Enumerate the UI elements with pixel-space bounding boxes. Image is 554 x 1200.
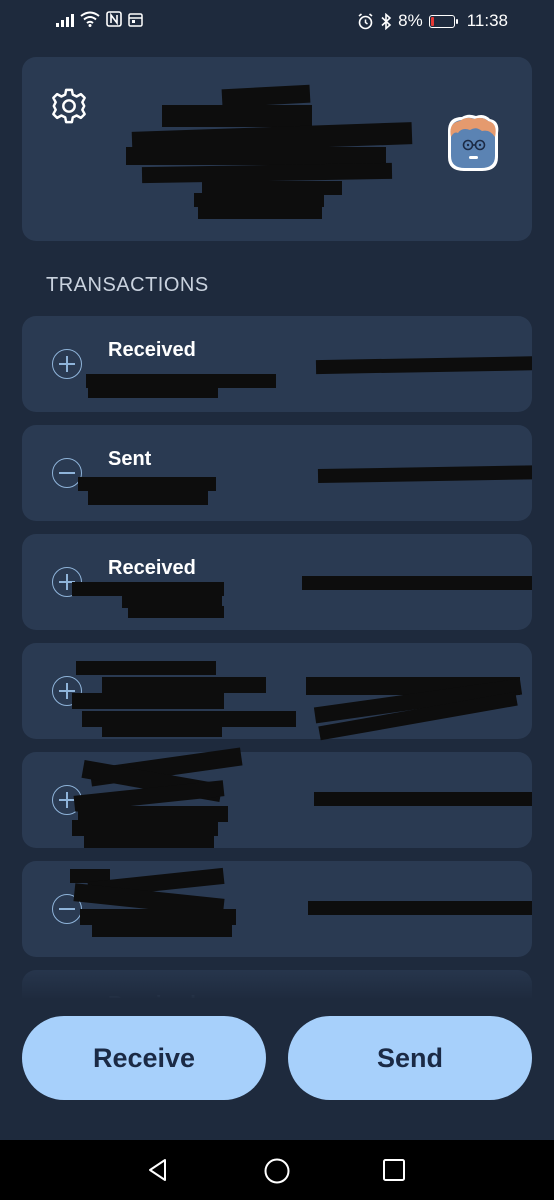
gear-icon[interactable] — [50, 87, 88, 125]
redacted-name — [162, 105, 312, 127]
redacted-amount — [128, 606, 224, 618]
transaction-type: Received — [108, 557, 196, 579]
battery-percent: 8% — [398, 11, 423, 30]
transaction-row[interactable] — [22, 643, 532, 741]
redacted-address — [302, 576, 532, 590]
redacted-address — [317, 464, 532, 484]
app-screen: 8% 11:38 TRANSACTIONS Received Sent Rece… — [0, 0, 554, 1200]
profile-card — [22, 57, 532, 241]
plus-circle-icon — [52, 349, 82, 379]
alarm-icon — [358, 12, 373, 29]
bluetooth-icon — [381, 12, 392, 30]
status-bar: 8% 11:38 — [0, 0, 554, 44]
redacted-type — [102, 677, 266, 693]
back-icon[interactable] — [145, 1157, 171, 1183]
list-fade — [22, 958, 532, 998]
home-icon[interactable] — [263, 1157, 291, 1185]
transaction-row[interactable]: Received — [22, 534, 532, 630]
navigation-bar — [0, 1140, 554, 1200]
redacted-name — [221, 84, 311, 108]
redacted-amount — [92, 923, 232, 937]
battery-icon — [428, 14, 458, 28]
redacted-address — [315, 355, 532, 375]
transaction-row[interactable] — [22, 861, 532, 957]
redacted-amount — [88, 386, 218, 398]
transaction-type: Sent — [108, 448, 152, 470]
redacted-amount — [88, 491, 208, 505]
avatar[interactable] — [442, 113, 504, 175]
wifi-icon — [80, 11, 100, 27]
transaction-type: Received — [108, 339, 196, 361]
redacted-name — [198, 205, 322, 219]
calendar-icon — [128, 12, 143, 27]
transaction-row[interactable]: Received — [22, 316, 532, 412]
redacted-address — [308, 901, 532, 915]
transactions-list[interactable]: Received Sent Received — [22, 316, 532, 998]
redacted-amount — [78, 477, 216, 491]
redacted-type — [76, 661, 216, 675]
receive-button[interactable]: Receive — [22, 1016, 266, 1100]
redacted-amount — [72, 693, 224, 709]
redacted-amount — [84, 834, 214, 848]
send-button[interactable]: Send — [288, 1016, 532, 1100]
recents-icon[interactable] — [382, 1158, 406, 1182]
nfc-icon — [106, 11, 122, 27]
section-title: TRANSACTIONS — [46, 274, 209, 296]
signal-icon — [56, 11, 74, 27]
transaction-row[interactable]: Sent — [22, 425, 532, 521]
redacted-address — [314, 792, 532, 806]
redacted-name — [126, 147, 386, 165]
redacted-amount — [102, 725, 222, 737]
status-left — [56, 11, 143, 27]
status-right: 8% 11:38 — [357, 11, 508, 31]
clock: 11:38 — [466, 11, 508, 30]
transaction-row[interactable] — [22, 747, 532, 848]
